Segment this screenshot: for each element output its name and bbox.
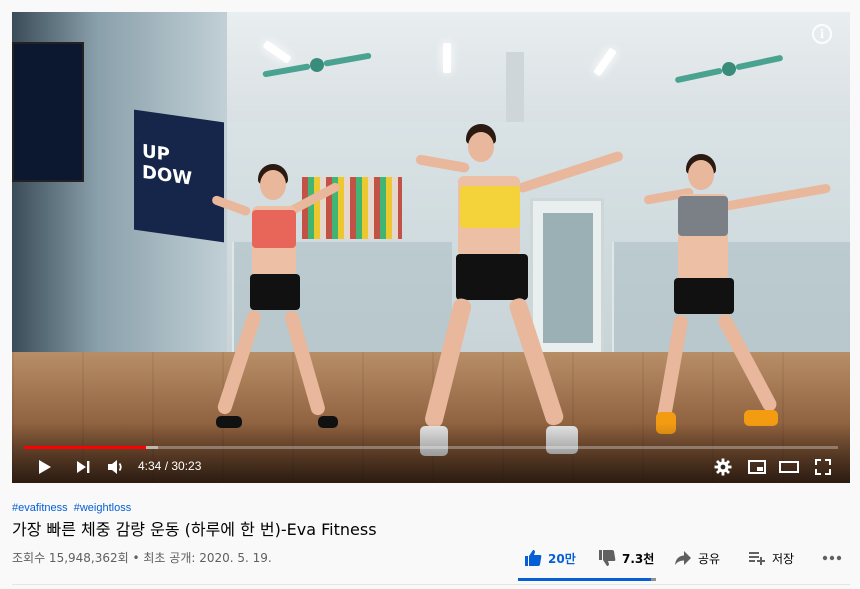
hashtags: #evafitness #weightloss — [12, 502, 131, 514]
video-title: 가장 빠른 체중 감량 운동 (하루에 한 번)-Eva Fitness — [12, 520, 377, 539]
video-player[interactable]: UP DOW i 4:34 / 30:23 — [12, 12, 850, 483]
like-ratio-bar — [518, 578, 656, 581]
time-display: 4:34 / 30:23 — [138, 459, 202, 473]
share-button[interactable]: 공유 — [674, 546, 720, 570]
thumbs-down-icon — [599, 550, 616, 566]
ceiling-beam — [506, 52, 524, 122]
player-controls: 4:34 / 30:23 — [12, 452, 850, 482]
playlist-add-icon — [749, 552, 765, 565]
hashtag-link[interactable]: #weightloss — [74, 502, 131, 514]
dislike-button[interactable]: 7.3천 — [598, 546, 654, 570]
hashtag-link[interactable]: #evafitness — [12, 502, 68, 514]
progress-bar[interactable] — [24, 446, 838, 449]
theater-mode-icon — [779, 461, 799, 473]
ceiling-light — [443, 43, 451, 73]
share-label: 공유 — [698, 551, 721, 566]
play-icon — [39, 460, 51, 474]
more-actions-button[interactable] — [822, 546, 842, 570]
thumbs-up-icon — [525, 550, 542, 566]
miniplayer-icon — [748, 460, 766, 474]
share-icon — [675, 551, 691, 565]
fullscreen-icon — [815, 459, 831, 475]
divider — [12, 584, 850, 585]
video-meta: 조회수 15,948,362회 • 최초 공개: 2020. 5. 19. — [12, 551, 272, 565]
info-icon[interactable]: i — [812, 24, 832, 44]
theater-mode-button[interactable] — [778, 456, 800, 478]
fullscreen-button[interactable] — [812, 456, 834, 478]
more-horizontal-icon — [822, 555, 842, 561]
door — [530, 198, 604, 356]
like-ratio-fill — [518, 578, 652, 581]
video-frame[interactable]: UP DOW — [12, 12, 850, 483]
dislike-count: 7.3천 — [622, 551, 655, 566]
wall-tv — [12, 42, 84, 182]
wall-poster — [302, 177, 402, 239]
volume-button[interactable] — [104, 456, 128, 478]
settings-button[interactable] — [712, 456, 734, 478]
gym-banner: UP DOW — [134, 109, 224, 243]
miniplayer-button[interactable] — [746, 456, 768, 478]
save-label: 저장 — [772, 551, 795, 566]
next-button[interactable] — [72, 456, 94, 478]
gear-icon — [714, 458, 732, 476]
volume-icon — [108, 460, 122, 474]
progress-played — [24, 446, 147, 449]
like-button[interactable]: 20만 — [524, 546, 576, 570]
save-button[interactable]: 저장 — [748, 546, 794, 570]
like-count: 20만 — [548, 551, 576, 566]
skip-next-icon — [77, 461, 90, 473]
play-button[interactable] — [34, 456, 56, 478]
